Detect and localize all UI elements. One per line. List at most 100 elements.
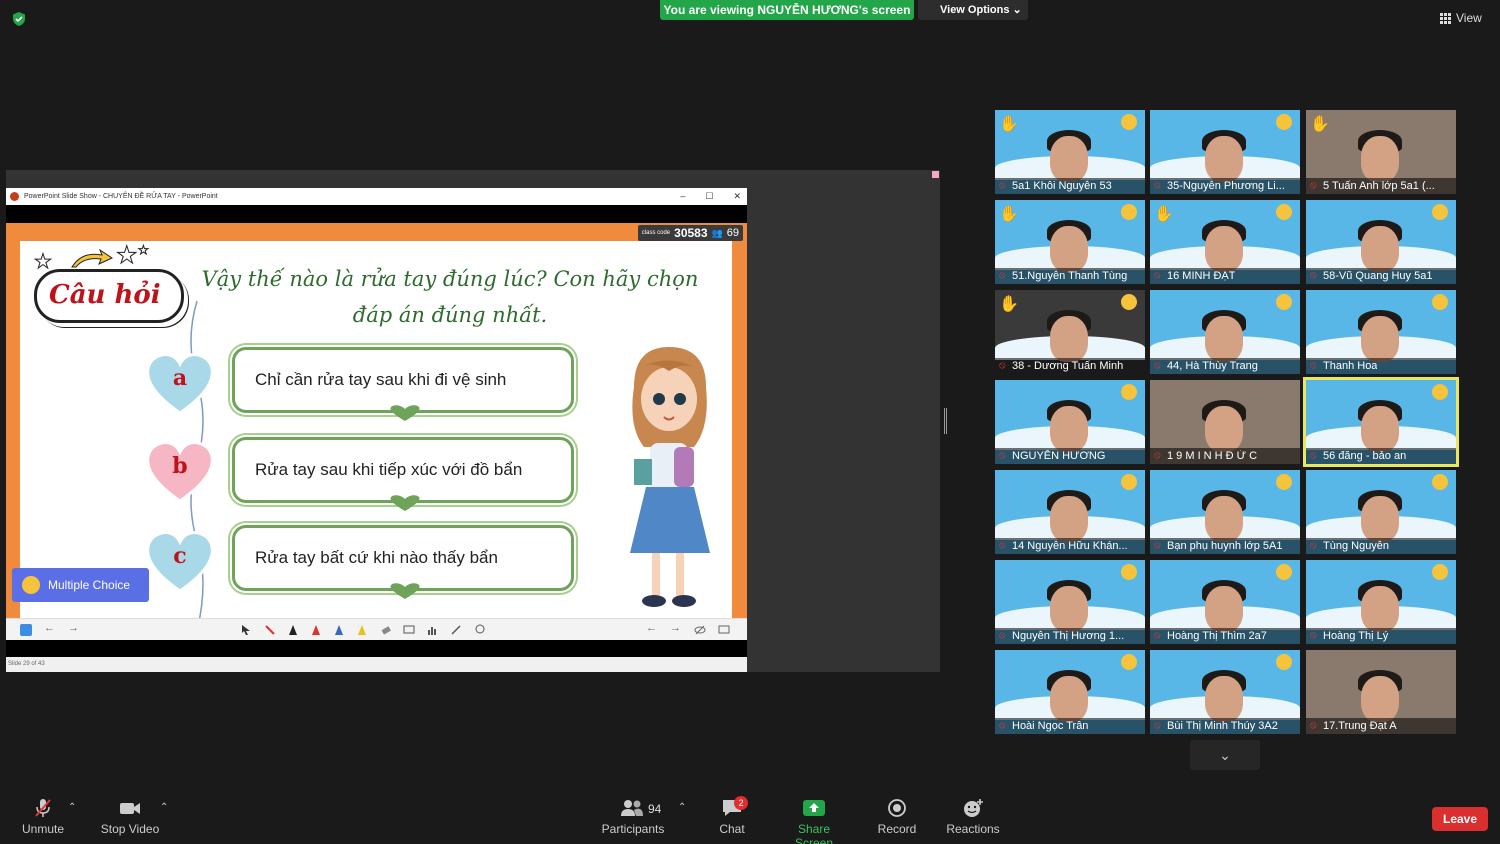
muted-mic-icon: ⦸ <box>1154 720 1161 731</box>
answer-c-text: Rửa tay bất cứ khi nào thấy bẩn <box>255 548 498 567</box>
eraser-icon[interactable] <box>380 624 392 636</box>
participant-face <box>1205 136 1243 182</box>
view-options-button[interactable]: View Options ⌄ <box>918 0 1028 20</box>
chevron-down-icon: ⌄ <box>1012 4 1022 16</box>
participant-face <box>1050 136 1088 182</box>
view-button[interactable]: View <box>1440 8 1482 28</box>
class-participant-count: 69 <box>726 227 739 239</box>
participant-tile[interactable]: ⦸ Thanh Hoa <box>1306 290 1456 374</box>
participant-tile[interactable]: ⦸ 17.Trung Đạt A <box>1306 650 1456 734</box>
close-icon[interactable]: ✕ <box>733 188 741 205</box>
back-arrow-icon[interactable]: ← <box>44 622 56 634</box>
participant-name-bar: ⦸ Hoàng Thị Lý <box>1306 628 1456 644</box>
answer-a-heart: a <box>144 351 216 415</box>
hide-icon[interactable] <box>694 624 706 636</box>
sun-icon <box>1432 564 1448 580</box>
answer-a-text: Chỉ cần rửa tay sau khi đi vệ sinh <box>255 370 507 389</box>
class-code-label: class code <box>641 230 671 236</box>
class-code-badge: class code 30583 👥 69 <box>637 225 743 241</box>
answer-b-box[interactable]: Rửa tay sau khi tiếp xúc với đồ bẩn <box>232 437 574 511</box>
participant-face <box>1050 316 1088 362</box>
answer-a-box[interactable]: Chỉ cần rửa tay sau khi đi vệ sinh <box>232 347 574 421</box>
participant-name-bar: ⦸ 17.Trung Đạt A <box>1306 718 1456 734</box>
video-options-caret[interactable]: ⌃ <box>160 802 168 842</box>
participant-tile[interactable]: ✋ ⦸ 16 MINH ĐẠT <box>1150 200 1300 284</box>
view-options-label: View Options <box>940 4 1010 16</box>
participant-name: 5 Tuấn Anh lớp 5a1 (... <box>1323 180 1435 192</box>
participant-tile[interactable]: ⦸ Hoàng Thị Lý <box>1306 560 1456 644</box>
whiteboard-icon[interactable] <box>403 624 415 636</box>
participant-tile[interactable]: ⦸ 14 Nguyễn Hữu Khán... <box>995 470 1145 554</box>
muted-mic-icon: ⦸ <box>999 540 1006 551</box>
participant-name-bar: ⦸ NGUYỄN HƯƠNG <box>995 448 1145 464</box>
highlighter-icon[interactable] <box>356 624 368 636</box>
powerpoint-slideshow-window: PowerPoint Slide Show - CHUYÊN ĐỀ RỬA TA… <box>6 188 747 672</box>
panel-resize-handle[interactable] <box>944 408 947 434</box>
participant-tile[interactable]: ⦸ 1 9 M I N H Đ Ứ C <box>1150 380 1300 464</box>
participant-tile[interactable]: ⦸ Nguyễn Thị Hương 1... <box>995 560 1145 644</box>
participant-tile[interactable]: ⦸ NGUYỄN HƯƠNG <box>995 380 1145 464</box>
participant-tile[interactable]: ⦸ Hoài Ngọc Trân <box>995 650 1145 734</box>
participant-name: Bùi Thị Minh Thúy 3A2 <box>1167 720 1278 732</box>
participant-tile[interactable]: ⦸ 58-Vũ Quang Huy 5a1 <box>1306 200 1456 284</box>
laser-pen-icon[interactable] <box>264 624 276 636</box>
pointer-icon[interactable] <box>240 624 252 636</box>
sun-icon <box>1432 294 1448 310</box>
prev-slide-icon[interactable]: ← <box>646 622 658 634</box>
share-screen-button[interactable]: Share Screen <box>778 798 850 844</box>
pen-black-icon[interactable] <box>287 624 299 636</box>
participant-tile[interactable]: ⦸ 56 đăng - bảo an <box>1303 377 1459 467</box>
share-screen-icon <box>803 800 825 816</box>
participant-tile[interactable]: ✋ ⦸ 38 - Dương Tuấn Minh <box>995 290 1145 374</box>
participant-tile[interactable]: ⦸ 35-Nguyễn Phương Li... <box>1150 110 1300 194</box>
participant-tile[interactable]: ⦸ Bạn phụ huynh lớp 5A1 <box>1150 470 1300 554</box>
gallery-next-page-button[interactable]: ⌄ <box>1190 740 1260 770</box>
minimize-icon[interactable]: – <box>680 188 685 205</box>
chart-icon[interactable] <box>426 624 438 636</box>
participant-tile[interactable]: ✋ ⦸ 51.Nguyễn Thanh Tùng <box>995 200 1145 284</box>
answer-b-heart: b <box>144 439 216 503</box>
security-shield-icon[interactable] <box>11 11 27 27</box>
pen-blue-icon[interactable] <box>333 624 345 636</box>
participant-tile[interactable]: ✋ ⦸ 5 Tuấn Anh lớp 5a1 (... <box>1306 110 1456 194</box>
answer-c-box[interactable]: Rửa tay bất cứ khi nào thấy bẩn <box>232 525 574 599</box>
quiz-icon[interactable] <box>450 624 462 636</box>
participant-name-bar: ⦸ 5 Tuấn Anh lớp 5a1 (... <box>1306 178 1456 194</box>
pen-red-icon[interactable] <box>310 624 322 636</box>
muted-mic-icon: ⦸ <box>1310 540 1317 551</box>
question-line-2: đáp án đúng nhất. <box>352 303 548 327</box>
participant-name: Hoàng Thị Lý <box>1323 630 1389 642</box>
participant-face <box>1361 586 1399 632</box>
next-slide-icon[interactable]: → <box>670 622 682 634</box>
participant-tile[interactable]: ⦸ Tùng Nguyễn <box>1306 470 1456 554</box>
participant-face <box>1050 496 1088 542</box>
stop-video-button[interactable]: Stop Video <box>100 798 160 838</box>
reactions-button[interactable]: Reactions <box>944 798 1002 838</box>
maximize-icon[interactable]: ☐ <box>705 188 713 205</box>
leave-button[interactable]: Leave <box>1432 807 1488 831</box>
unmute-button[interactable]: Unmute <box>18 798 68 838</box>
forward-arrow-icon[interactable]: → <box>68 622 80 634</box>
participant-name: Hoài Ngọc Trân <box>1012 720 1089 732</box>
muted-mic-icon: ⦸ <box>999 630 1006 641</box>
muted-mic-icon: ⦸ <box>999 360 1006 371</box>
participant-tile[interactable]: ✋ ⦸ 5a1 Khôi Nguyễn 53 <box>995 110 1145 194</box>
classpoint-icon[interactable] <box>20 624 32 636</box>
multiple-choice-badge[interactable]: Multiple Choice <box>12 568 149 602</box>
participant-tile[interactable]: ⦸ Bùi Thị Minh Thúy 3A2 <box>1150 650 1300 734</box>
ppt-window-title: PowerPoint Slide Show - CHUYÊN ĐỀ RỬA TA… <box>24 193 218 200</box>
participant-name-bar: ⦸ Thanh Hoa <box>1306 358 1456 374</box>
participant-tile[interactable]: ⦸ Hoàng Thị Thìm 2a7 <box>1150 560 1300 644</box>
muted-mic-icon: ⦸ <box>999 720 1006 731</box>
participants-options-caret[interactable]: ⌃ <box>678 802 686 842</box>
muted-mic-icon: ⦸ <box>999 450 1006 461</box>
muted-mic-icon: ⦸ <box>1154 630 1161 641</box>
screen-icon[interactable] <box>718 624 730 636</box>
audio-options-caret[interactable]: ⌃ <box>68 802 76 842</box>
record-button[interactable]: Record <box>874 798 920 838</box>
muted-mic-icon: ⦸ <box>1310 180 1317 191</box>
award-icon[interactable] <box>474 624 486 636</box>
participant-name: 1 9 M I N H Đ Ứ C <box>1167 450 1258 462</box>
participant-tile[interactable]: ⦸ 44, Hà Thùy Trang <box>1150 290 1300 374</box>
sun-icon <box>1121 204 1137 220</box>
